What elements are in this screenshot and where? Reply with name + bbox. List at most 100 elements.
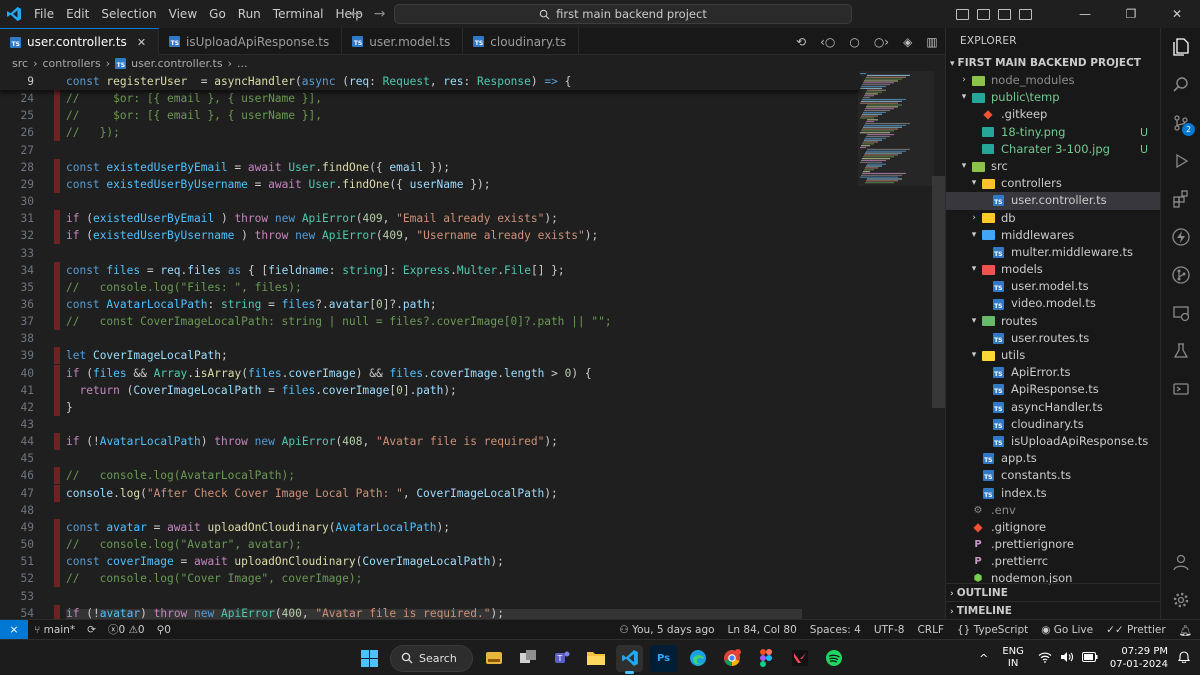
line-ending[interactable]: CRLF <box>917 624 944 636</box>
branch-indicator[interactable]: ⑂ main* <box>34 624 75 636</box>
file-item[interactable]: TS ApiResponse.ts <box>946 381 1160 398</box>
folder-item[interactable]: ▾ routes <box>946 313 1160 330</box>
explorer-activity-icon[interactable] <box>1161 28 1200 66</box>
photoshop-icon[interactable]: Ps <box>650 644 677 672</box>
code-line[interactable]: 24 // $or: [{ email }, { userName }], <box>0 90 860 108</box>
modified-gutter-marker[interactable] <box>54 313 60 331</box>
toggle-secondary-sidebar-icon[interactable] <box>998 8 1011 20</box>
file-item[interactable]: TS video.model.ts <box>946 295 1160 312</box>
code-line[interactable]: 39 let CoverImageLocalPath; <box>0 347 860 365</box>
vscode-taskbar-icon[interactable] <box>616 644 643 674</box>
edge-icon[interactable] <box>684 645 711 672</box>
code-line[interactable]: 34 const files = req. files as { [fieldnam… <box>0 261 860 279</box>
teams-icon[interactable]: T <box>548 645 575 672</box>
code-line[interactable]: 29 const existedUserByUsername = await Us… <box>0 175 860 193</box>
code-line[interactable]: 26 // }); <box>0 124 860 142</box>
search-activity-icon[interactable] <box>1161 66 1200 104</box>
code-line[interactable]: 47 console.log("After Check Cover Image L… <box>0 484 860 502</box>
volume-icon[interactable] <box>1060 651 1074 666</box>
file-item[interactable]: Charater 3-100.jpg U <box>946 141 1160 158</box>
code-line[interactable]: 33 <box>0 245 860 262</box>
timeline-section-header[interactable]: › TIMELINE <box>946 601 1161 619</box>
minimize-button[interactable]: — <box>1062 0 1108 28</box>
modified-gutter-marker[interactable] <box>54 158 60 176</box>
git-blame[interactable]: ⚇ You, 5 days ago <box>619 624 714 636</box>
code-line[interactable]: 48 <box>0 502 860 519</box>
modified-gutter-marker[interactable] <box>54 518 60 536</box>
file-item[interactable]: TS isUploadApiResponse.ts <box>946 433 1160 450</box>
modified-gutter-marker[interactable] <box>54 124 60 142</box>
code-line[interactable]: 49 const avatar = await uploadOnCloudinar… <box>0 518 860 536</box>
command-center-search[interactable]: first main backend project <box>394 4 852 24</box>
breadcrumb-file[interactable]: user.controller.ts <box>131 57 223 70</box>
modified-gutter-marker[interactable] <box>54 261 60 279</box>
project-section-header[interactable]: ▾ FIRST MAIN BACKEND PROJECT <box>946 54 1160 72</box>
code-line[interactable]: 38 <box>0 330 860 347</box>
toggle-panel-icon[interactable] <box>977 8 990 20</box>
folder-item[interactable]: ▾ models <box>946 261 1160 278</box>
restore-button[interactable]: ❐ <box>1108 0 1154 28</box>
modified-gutter-marker[interactable] <box>54 295 60 313</box>
modified-gutter-marker[interactable] <box>54 604 60 619</box>
back-arrow-icon[interactable]: ← <box>350 6 362 22</box>
customize-layout-icon[interactable] <box>1019 8 1032 20</box>
split-editor-icon[interactable]: ▥ <box>926 35 937 49</box>
toggle-primary-sidebar-icon[interactable] <box>956 8 969 20</box>
menu-item-go[interactable]: Go <box>203 0 232 28</box>
modified-gutter-marker[interactable] <box>54 433 60 451</box>
modified-gutter-marker[interactable] <box>54 536 60 554</box>
modified-gutter-marker[interactable] <box>54 381 60 399</box>
source-control-activity-icon[interactable]: 2 <box>1161 104 1200 142</box>
file-item[interactable]: TS user.model.ts <box>946 278 1160 295</box>
sync-icon[interactable]: ⟳ <box>87 624 96 636</box>
code-line[interactable]: 36 const AvatarLocalPath: string = files?… <box>0 295 860 313</box>
task-view-icon[interactable] <box>514 645 541 672</box>
menu-item-file[interactable]: File <box>28 0 60 28</box>
tab-isuploadapiresponse-ts[interactable]: TS isUploadApiResponse.ts <box>159 28 343 55</box>
notification-bell-icon[interactable] <box>1177 650 1191 666</box>
indentation[interactable]: Spaces: 4 <box>810 624 861 636</box>
timeline-history-icon[interactable]: ⟲ <box>796 35 806 49</box>
file-item[interactable]: ◆ .gitignore <box>946 519 1160 536</box>
file-item[interactable]: P .prettierrc <box>946 553 1160 570</box>
code-line[interactable]: 25 // $or: [{ email }, { userName }], <box>0 107 860 125</box>
modified-gutter-marker[interactable] <box>54 467 60 485</box>
modified-gutter-marker[interactable] <box>54 107 60 125</box>
code-line[interactable]: 46 // console.log(AvatarLocalPath); <box>0 467 860 485</box>
code-line[interactable]: 53 <box>0 588 860 605</box>
accounts-icon[interactable] <box>1161 543 1200 581</box>
code-line[interactable]: 52 // console.log("Cover Image", coverIma… <box>0 570 860 588</box>
tray-chevron-up-icon[interactable]: ^ <box>979 652 988 665</box>
code-line[interactable]: 50 // console.log("Avatar", avatar); <box>0 536 860 554</box>
folder-item[interactable]: ▾ src <box>946 158 1160 175</box>
file-item[interactable]: ◆ .gitkeep <box>946 106 1160 123</box>
file-item[interactable]: TS cloudinary.ts <box>946 416 1160 433</box>
problems-indicator[interactable]: ⓧ0 ⚠0 <box>108 622 145 637</box>
breadcrumb-src[interactable]: src <box>12 57 28 70</box>
modified-gutter-marker[interactable] <box>54 553 60 571</box>
taskbar-clock[interactable]: 07:29 PM 07-01-2024 <box>1110 645 1168 671</box>
circle-next-icon[interactable]: ○› <box>874 35 889 49</box>
forward-arrow-icon[interactable]: → <box>374 6 386 22</box>
modified-gutter-marker[interactable] <box>54 570 60 588</box>
windows-start-icon[interactable] <box>356 645 383 672</box>
input-language[interactable]: ENG IN <box>1002 646 1024 670</box>
go-back-change-icon[interactable]: ‹○ <box>820 35 835 49</box>
modified-gutter-marker[interactable] <box>54 347 60 365</box>
run-debug-activity-icon[interactable] <box>1161 142 1200 180</box>
copilot-icon[interactable]: ◈ <box>903 35 912 49</box>
code-line[interactable]: 32 if (existedUserByUsername ) throw new … <box>0 227 860 245</box>
tab-user-controller-ts[interactable]: TS user.controller.ts ✕ <box>0 28 160 55</box>
menu-item-view[interactable]: View <box>163 0 203 28</box>
breadcrumb-symbol[interactable]: ... <box>237 57 248 70</box>
file-item[interactable]: TS constants.ts <box>946 467 1160 484</box>
folder-item[interactable]: ▾ utils <box>946 347 1160 364</box>
testing-activity-icon[interactable] <box>1161 332 1200 370</box>
breadcrumb-controllers[interactable]: controllers <box>42 57 100 70</box>
code-line[interactable]: 40 if (files && Array.isArray(files.cover… <box>0 364 860 382</box>
menu-item-edit[interactable]: Edit <box>60 0 95 28</box>
folder-item[interactable]: ▾ public\temp <box>946 89 1160 106</box>
ports-indicator[interactable]: ⚲0 <box>157 624 171 636</box>
folder-item[interactable]: ▾ middlewares <box>946 227 1160 244</box>
code-line[interactable]: 41 return (CoverImageLocalPath = files.c… <box>0 381 860 399</box>
